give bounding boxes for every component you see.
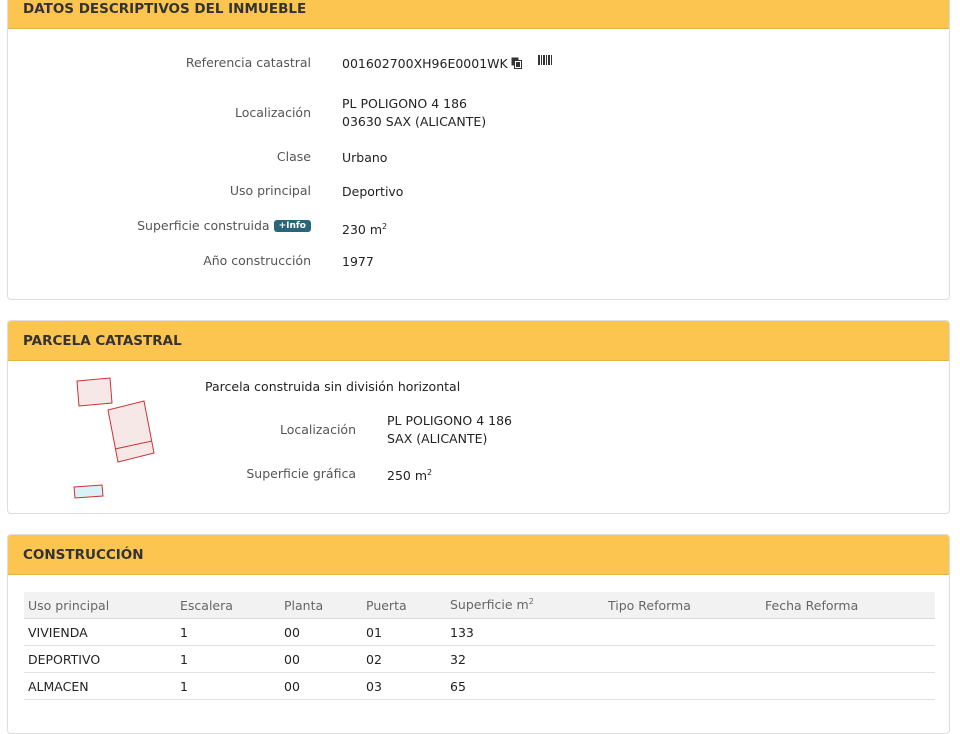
superficie-value: 230 m [342, 222, 383, 238]
datos-descriptivos-panel: DATOS DESCRIPTIVOS DEL INMUEBLE Referenc… [7, 0, 950, 300]
parcela-superficie-sup: 2 [427, 468, 433, 477]
clase-value: Urbano [342, 150, 388, 165]
cell-tipo [604, 618, 761, 646]
anio-value: 1977 [342, 254, 374, 269]
parcela-localizacion-line1: PL POLIGONO 4 186 [387, 413, 512, 428]
cell-uso: VIVIENDA [24, 618, 176, 646]
parcela-localizacion-value: PL POLIGONO 4 186 SAX (ALICANTE) [387, 412, 512, 448]
anio-label: Año construcción [203, 253, 311, 268]
table-row: ALMACEN 1 00 03 65 [24, 672, 935, 700]
info-badge[interactable]: +Info [273, 219, 311, 232]
cell-escalera: 1 [176, 645, 280, 673]
parcel-shape-2 [107, 400, 155, 463]
localizacion-line2: 03630 SAX (ALICANTE) [342, 114, 487, 129]
construccion-table: Uso principal Escalera Planta Puerta Sup… [24, 592, 935, 700]
localizacion-value: PL POLIGONO 4 186 03630 SAX (ALICANTE) [342, 95, 486, 131]
uso-value: Deportivo [342, 184, 404, 199]
col-superficie-sup: 2 [528, 597, 534, 607]
referencia-value-wrap: 001602700XH96E0001WK [342, 52, 552, 74]
parcel-shape-1 [76, 377, 113, 407]
superficie-label: Superficie construida [137, 218, 270, 233]
copy-icon[interactable] [511, 56, 522, 74]
construccion-panel: CONSTRUCCIÓN Uso principal Escalera Plan… [7, 534, 950, 734]
parcela-panel: PARCELA CATASTRAL Parcela construida sin… [7, 320, 950, 514]
cell-uso: DEPORTIVO [24, 645, 176, 673]
parcela-title: PARCELA CATASTRAL [8, 321, 949, 361]
cell-planta: 00 [280, 618, 362, 646]
cell-uso: ALMACEN [24, 672, 176, 700]
table-header-row: Uso principal Escalera Planta Puerta Sup… [24, 592, 935, 619]
cell-planta: 00 [280, 672, 362, 700]
cell-escalera: 1 [176, 618, 280, 646]
localizacion-label: Localización [234, 105, 311, 120]
col-superficie: Superficie m2 [446, 592, 604, 619]
parcela-subtitle: Parcela construida sin división horizont… [205, 379, 461, 394]
table-row: VIVIENDA 1 00 01 133 [24, 618, 935, 646]
parcela-superficie-label: Superficie gráfica [246, 466, 356, 481]
col-tipo-reforma: Tipo Reforma [604, 592, 761, 619]
cell-fecha [761, 618, 935, 646]
cell-fecha [761, 672, 935, 700]
cell-escalera: 1 [176, 672, 280, 700]
col-puerta: Puerta [362, 592, 446, 619]
localizacion-line1: PL POLIGONO 4 186 [342, 96, 467, 111]
referencia-label: Referencia catastral [185, 55, 311, 70]
barcode-icon[interactable] [537, 52, 552, 70]
cell-tipo [604, 672, 761, 700]
col-fecha-reforma: Fecha Reforma [761, 592, 935, 619]
superficie-label-wrap: Superficie construida +Info [137, 218, 311, 233]
cell-tipo [604, 645, 761, 673]
cell-superficie: 133 [446, 618, 604, 646]
col-superficie-text: Superficie m [450, 597, 529, 613]
cell-fecha [761, 645, 935, 673]
table-row: DEPORTIVO 1 00 02 32 [24, 645, 935, 673]
uso-label: Uso principal [229, 183, 311, 198]
construccion-title: CONSTRUCCIÓN [8, 535, 949, 575]
superficie-value-wrap: 230 m2 [342, 218, 387, 239]
clase-label: Clase [276, 149, 311, 164]
cell-puerta: 02 [362, 645, 446, 673]
parcela-localizacion-label: Localización [279, 422, 356, 437]
parcel-shape-3 [73, 484, 104, 499]
datos-descriptivos-title: DATOS DESCRIPTIVOS DEL INMUEBLE [8, 0, 949, 29]
col-uso: Uso principal [24, 592, 176, 619]
cell-superficie: 32 [446, 645, 604, 673]
col-escalera: Escalera [176, 592, 280, 619]
parcela-superficie-value: 250 m [387, 468, 428, 484]
cell-superficie: 65 [446, 672, 604, 700]
cell-planta: 00 [280, 645, 362, 673]
superficie-unit-sup: 2 [382, 222, 388, 231]
parcela-localizacion-line2: SAX (ALICANTE) [387, 431, 488, 446]
col-planta: Planta [280, 592, 362, 619]
referencia-value: 001602700XH96E0001WK [342, 56, 508, 71]
cell-puerta: 03 [362, 672, 446, 700]
cell-puerta: 01 [362, 618, 446, 646]
parcela-superficie-value-wrap: 250 m2 [387, 464, 432, 485]
parcel-map[interactable] [68, 373, 168, 503]
